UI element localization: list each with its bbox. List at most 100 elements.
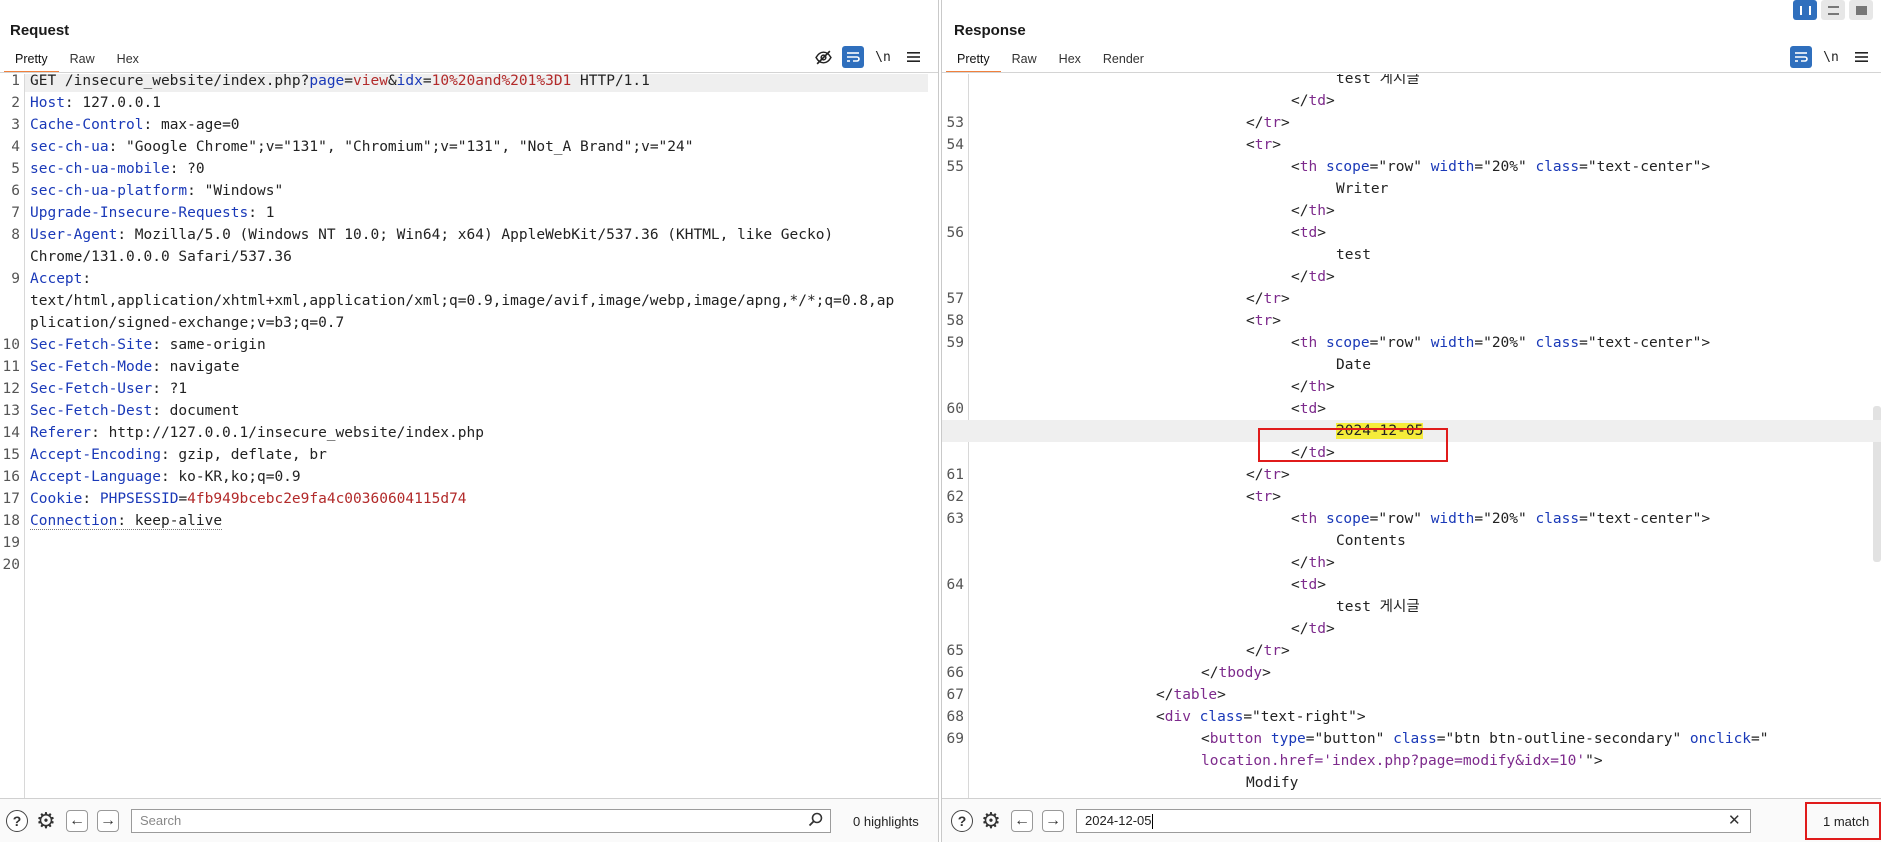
response-line[interactable]: 55 <th scope="row" width="20%" class="tex… — [942, 156, 1881, 178]
response-line[interactable]: 54 <tr> — [942, 134, 1881, 156]
request-line[interactable]: 5 sec-ch-ua-mobile: ?0 — [0, 158, 938, 180]
response-line[interactable]: 56 <td> — [942, 222, 1881, 244]
response-line[interactable]: test — [942, 244, 1881, 266]
code-text: <th scope="row" width="20%" class="text-… — [1291, 332, 1710, 354]
gear-icon[interactable]: ⚙ — [35, 808, 57, 833]
response-line[interactable]: Modify — [942, 772, 1881, 794]
response-line[interactable]: 67 </table> — [942, 684, 1881, 706]
code-text: Chrome/131.0.0.0 Safari/537.36 — [30, 246, 292, 268]
code-text: </table> — [1156, 684, 1226, 706]
line-number: 56 — [946, 225, 964, 241]
menu-icon[interactable] — [1850, 46, 1872, 68]
response-line[interactable]: 60 <td> — [942, 398, 1881, 420]
code-token: sec-ch-ua-mobile — [30, 161, 170, 177]
request-line[interactable]: 17 Cookie: PHPSESSID=4fb949bcebc2e9fa4c00… — [0, 488, 938, 510]
request-line[interactable]: 20 — [0, 554, 938, 576]
back-arrow-icon[interactable]: ← — [1011, 810, 1033, 832]
request-line[interactable]: 7 Upgrade-Insecure-Requests: 1 — [0, 202, 938, 224]
request-line[interactable]: 1 GET /insecure_website/index.php?page=vi… — [11, 74, 928, 92]
response-line[interactable]: 63 <th scope="row" width="20%" class="tex… — [942, 508, 1881, 530]
response-line[interactable]: 66 </tbody> — [942, 662, 1881, 684]
request-line[interactable]: 13 Sec-Fetch-Dest: document — [0, 400, 938, 422]
gear-icon[interactable]: ⚙ — [980, 808, 1002, 833]
forward-arrow-icon[interactable]: → — [1042, 810, 1064, 832]
request-line[interactable]: 16 Accept-Language: ko-KR,ko;q=0.9 — [0, 466, 938, 488]
request-tab-hex[interactable]: Hex — [106, 49, 150, 73]
back-arrow-icon[interactable]: ← — [66, 810, 88, 832]
request-line[interactable]: 18 Connection: keep-alive — [0, 510, 938, 532]
request-line[interactable]: 8 User-Agent: Mozilla/5.0 (Windows NT 10.… — [0, 224, 938, 246]
request-line[interactable]: 10 Sec-Fetch-Site: same-origin — [0, 334, 938, 356]
help-icon[interactable]: ? — [951, 810, 973, 832]
layout-side-by-side-icon[interactable] — [1793, 0, 1817, 20]
code-token: </ — [1246, 467, 1264, 483]
code-token: > — [1272, 137, 1281, 153]
code-text: </th> — [1291, 200, 1335, 222]
response-search-input[interactable]: 2024-12-05 — [1076, 809, 1751, 833]
request-line[interactable]: 15 Accept-Encoding: gzip, deflate, br — [0, 444, 938, 466]
response-line[interactable]: 57 </tr> — [942, 288, 1881, 310]
line-number: 64 — [946, 577, 964, 593]
request-line[interactable]: 19 — [0, 532, 938, 554]
newline-icon[interactable]: \n — [1820, 46, 1842, 68]
response-line[interactable]: test 게시글 — [942, 596, 1881, 618]
response-line[interactable]: test 게시글 — [942, 74, 1881, 90]
request-line[interactable]: 11 Sec-Fetch-Mode: navigate — [0, 356, 938, 378]
response-line[interactable]: 58 <tr> — [942, 310, 1881, 332]
response-tab-pretty[interactable]: Pretty — [946, 49, 1001, 73]
request-editor[interactable]: 1 GET /insecure_website/index.php?page=vi… — [0, 74, 938, 798]
line-number: 59 — [946, 335, 964, 351]
request-tab-pretty[interactable]: Pretty — [4, 49, 59, 73]
response-line[interactable]: Contents — [942, 530, 1881, 552]
response-line[interactable]: 62 <tr> — [942, 486, 1881, 508]
request-line[interactable]: 2 Host: 127.0.0.1 — [0, 92, 938, 114]
line-number: 3 — [11, 117, 20, 133]
response-line[interactable]: 53 </tr> — [942, 112, 1881, 134]
response-line[interactable]: </th> — [942, 200, 1881, 222]
response-line[interactable]: 65 </tr> — [942, 640, 1881, 662]
request-line[interactable]: 4 sec-ch-ua: "Google Chrome";v="131", "Ch… — [0, 136, 938, 158]
clear-search-icon[interactable]: ✕ — [1728, 811, 1741, 829]
menu-icon[interactable] — [902, 46, 924, 68]
request-line[interactable]: plication/signed-exchange;v=b3;q=0.7 — [0, 312, 938, 334]
request-line[interactable]: 6 sec-ch-ua-platform: "Windows" — [0, 180, 938, 202]
code-token: < — [1291, 335, 1300, 351]
response-line[interactable]: Date — [942, 354, 1881, 376]
response-tab-render[interactable]: Render — [1092, 49, 1155, 73]
response-line[interactable]: </th> — [942, 376, 1881, 398]
request-search-input[interactable]: Search — [131, 809, 831, 833]
request-line[interactable]: Chrome/131.0.0.0 Safari/537.36 — [0, 246, 938, 268]
response-line[interactable]: </th> — [942, 552, 1881, 574]
response-line[interactable]: 59 <th scope="row" width="20%" class="tex… — [942, 332, 1881, 354]
response-line[interactable]: </td> — [942, 618, 1881, 640]
response-line[interactable]: 68 <div class="text-right"> — [942, 706, 1881, 728]
response-line[interactable]: </td> — [942, 266, 1881, 288]
request-line[interactable]: 12 Sec-Fetch-User: ?1 — [0, 378, 938, 400]
wrap-icon[interactable] — [1790, 46, 1812, 68]
request-line[interactable]: 14 Referer: http://127.0.0.1/insecure_web… — [0, 422, 938, 444]
code-token: < — [1291, 225, 1300, 241]
forward-arrow-icon[interactable]: → — [97, 810, 119, 832]
request-line[interactable]: 3 Cache-Control: max-age=0 — [0, 114, 938, 136]
layout-single-icon[interactable] — [1849, 0, 1873, 20]
response-line[interactable]: location.href='index.php?page=modify&idx… — [942, 750, 1881, 772]
newline-icon[interactable]: \n — [872, 46, 894, 68]
code-token: tr — [1263, 643, 1281, 659]
response-line[interactable]: 61 </tr> — [942, 464, 1881, 486]
response-tab-raw[interactable]: Raw — [1001, 49, 1048, 73]
code-token: scope — [1325, 159, 1370, 175]
request-line[interactable]: text/html,application/xhtml+xml,applicat… — [0, 290, 938, 312]
response-line[interactable]: Writer — [942, 178, 1881, 200]
eye-slash-icon[interactable] — [812, 46, 834, 68]
code-token: : max-age=0 — [143, 117, 240, 133]
response-tab-hex[interactable]: Hex — [1048, 49, 1092, 73]
layout-stacked-icon[interactable] — [1821, 0, 1845, 20]
request-line[interactable]: 9 Accept: — [0, 268, 938, 290]
response-line[interactable]: 69 <button type="button" class="btn btn-o… — [942, 728, 1881, 750]
response-line[interactable]: 64 <td> — [942, 574, 1881, 596]
wrap-icon[interactable] — [842, 46, 864, 68]
response-line[interactable]: </td> — [942, 90, 1881, 112]
request-tab-raw[interactable]: Raw — [59, 49, 106, 73]
help-icon[interactable]: ? — [6, 810, 28, 832]
code-token: ="btn btn-outline-secondary" — [1436, 731, 1690, 747]
